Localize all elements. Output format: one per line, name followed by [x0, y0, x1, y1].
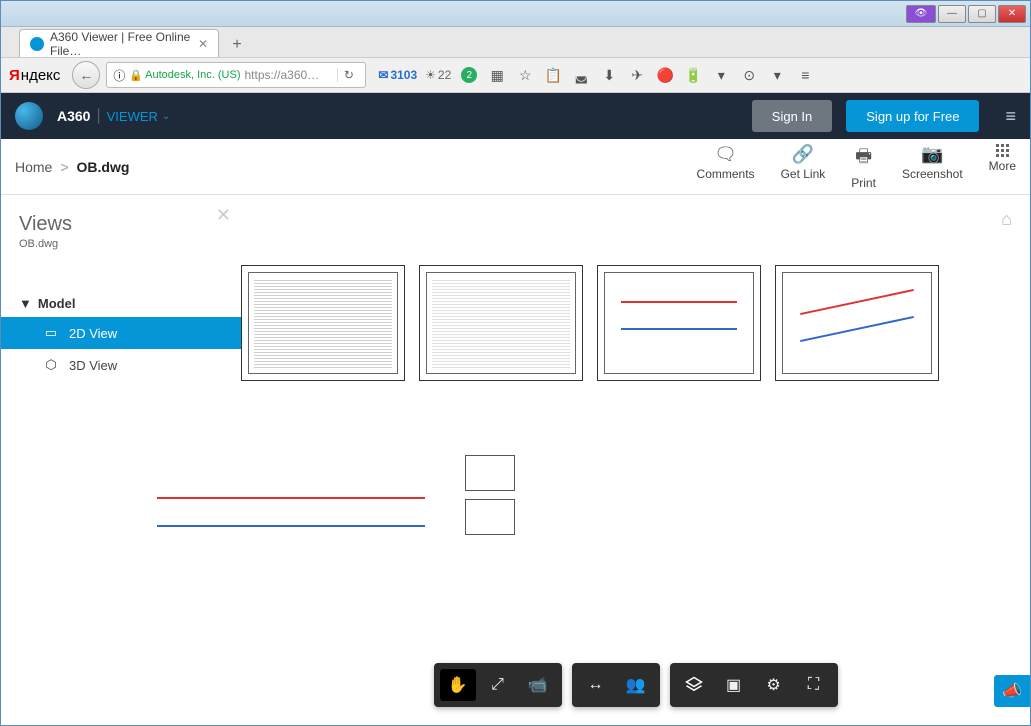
send-icon[interactable]: ✈	[627, 65, 647, 85]
download-icon[interactable]: ⬇	[599, 65, 619, 85]
pan-tool-button[interactable]: ✋	[440, 669, 476, 701]
sidebar-title: Views	[19, 213, 241, 236]
sheet-thumbnail[interactable]	[597, 265, 761, 381]
chevron-down-icon: ⌄	[162, 111, 170, 122]
sheet-fragment[interactable]	[465, 499, 515, 535]
close-tab-icon[interactable]: ✕	[198, 37, 208, 51]
app-header: A360 | VIEWER ⌄ Sign In Sign up for Free…	[1, 93, 1030, 139]
viewer-mode-dropdown[interactable]: VIEWER ⌄	[107, 109, 171, 124]
screenshot-button[interactable]: 📷 Screenshot	[902, 144, 963, 190]
app-name: A360	[57, 108, 90, 124]
tabstrip: A360 Viewer | Free Online File… ✕ +	[1, 27, 1030, 57]
layers-tool-button[interactable]	[676, 669, 712, 701]
sheet-thumbnail[interactable]	[241, 265, 405, 381]
sidebar-filename: OB.dwg	[19, 238, 241, 250]
address-bar[interactable]: ⓘ 🔒 Autodesk, Inc. (US) https://a360… ↻	[106, 62, 366, 88]
comments-icon: 🗨	[714, 144, 737, 165]
sheet-thumbnail[interactable]	[775, 265, 939, 381]
sheet-fragment[interactable]	[465, 455, 515, 491]
home-view-icon[interactable]: ⌂	[1001, 209, 1012, 230]
viewer-canvas[interactable]: ⌂ ✋ ⤢	[241, 195, 1030, 725]
clipboard-icon[interactable]: 📋	[543, 65, 563, 85]
apps-grid-icon	[996, 144, 1009, 157]
mail-icon[interactable]: ✉ 3103	[378, 68, 417, 82]
tab-title: A360 Viewer | Free Online File…	[50, 30, 192, 58]
window-titlebar: 👁 — ▢ ✕	[1, 1, 1030, 27]
toolbar-dropdown-icon[interactable]: ▾	[767, 65, 787, 85]
minimize-button[interactable]: —	[938, 5, 966, 23]
tree-item-3d-view[interactable]: ⬡ 3D View	[19, 349, 241, 381]
bookmark-star-icon[interactable]: ☆	[515, 65, 535, 85]
weather-icon[interactable]: ☀ 22	[425, 68, 451, 82]
color-dots-icon[interactable]: 🔴	[655, 65, 675, 85]
close-sidebar-icon[interactable]: ✕	[216, 205, 231, 226]
url-text: https://a360…	[244, 68, 333, 82]
measure-tool-button[interactable]: ↔	[578, 669, 614, 701]
tree-group-model[interactable]: ▼ Model	[19, 290, 241, 317]
info-icon[interactable]: ⓘ	[113, 67, 125, 84]
camera-icon: 📷	[921, 144, 943, 165]
ssl-lock-icon[interactable]: 🔒 Autodesk, Inc. (US)	[129, 69, 240, 82]
print-button[interactable]: 🖶 Print	[851, 144, 876, 190]
tree-item-2d-view[interactable]: ▭ 2D View	[1, 317, 241, 349]
feedback-button[interactable]: 📣	[994, 675, 1030, 707]
toolbar-dropdown-icon[interactable]: ▾	[711, 65, 731, 85]
get-link-button[interactable]: 🔗 Get Link	[781, 144, 826, 190]
battery-icon[interactable]: 🔋	[683, 65, 703, 85]
breadcrumb: Home > OB.dwg	[15, 159, 129, 175]
favicon-icon	[30, 37, 44, 51]
browser-tab[interactable]: A360 Viewer | Free Online File… ✕	[19, 29, 219, 57]
nav-back-button[interactable]: ←	[72, 61, 100, 89]
caret-down-icon: ▼	[19, 296, 32, 311]
print-icon: 🖶	[855, 144, 872, 174]
app-toolbar: Home > OB.dwg 🗨 Comments 🔗 Get Link 🖶 Pr…	[1, 139, 1030, 195]
sheet-2d-icon: ▭	[43, 325, 59, 341]
sign-up-button[interactable]: Sign up for Free	[846, 100, 979, 132]
browser-identity-button[interactable]: 👁	[906, 5, 936, 23]
breadcrumb-current: OB.dwg	[77, 159, 130, 175]
comments-button[interactable]: 🗨 Comments	[697, 144, 755, 190]
close-window-button[interactable]: ✕	[998, 5, 1026, 23]
a360-logo-icon[interactable]	[15, 102, 43, 130]
extension-icon[interactable]: ▦	[487, 65, 507, 85]
maximize-button[interactable]: ▢	[968, 5, 996, 23]
search-engine-label[interactable]: Яндекс	[9, 67, 60, 84]
breadcrumb-separator: >	[60, 159, 68, 175]
url-toolbar: Яндекс ← ⓘ 🔒 Autodesk, Inc. (US) https:/…	[1, 57, 1030, 93]
camera-tool-button[interactable]: 📹	[520, 669, 556, 701]
link-icon: 🔗	[792, 144, 814, 165]
settings-tool-button[interactable]: ⚙	[756, 669, 792, 701]
sheet-thumbnail[interactable]	[419, 265, 583, 381]
more-button[interactable]: More	[989, 144, 1016, 190]
viewer-toolbar: ✋ ⤢ 📹 ↔ 👥 ▣ ⚙ ⛶	[434, 663, 838, 707]
app-menu-icon[interactable]: ≡	[1005, 106, 1016, 127]
sign-in-button[interactable]: Sign In	[752, 100, 832, 132]
collab-tool-button[interactable]: 👥	[618, 669, 654, 701]
new-tab-button[interactable]: +	[225, 33, 249, 57]
properties-tool-button[interactable]: ▣	[716, 669, 752, 701]
fit-tool-button[interactable]: ⤢	[480, 669, 516, 701]
play-icon[interactable]: ⊙	[739, 65, 759, 85]
breadcrumb-home[interactable]: Home	[15, 159, 52, 175]
sheet-thumbnail[interactable]	[131, 455, 451, 595]
menu-icon[interactable]: ≡	[795, 65, 815, 85]
fullscreen-tool-button[interactable]: ⛶	[796, 669, 832, 701]
notification-badge-icon[interactable]: 2	[459, 65, 479, 85]
cube-3d-icon: ⬡	[43, 357, 59, 373]
reload-button[interactable]: ↻	[337, 68, 359, 82]
pocket-icon[interactable]: ◛	[571, 65, 591, 85]
